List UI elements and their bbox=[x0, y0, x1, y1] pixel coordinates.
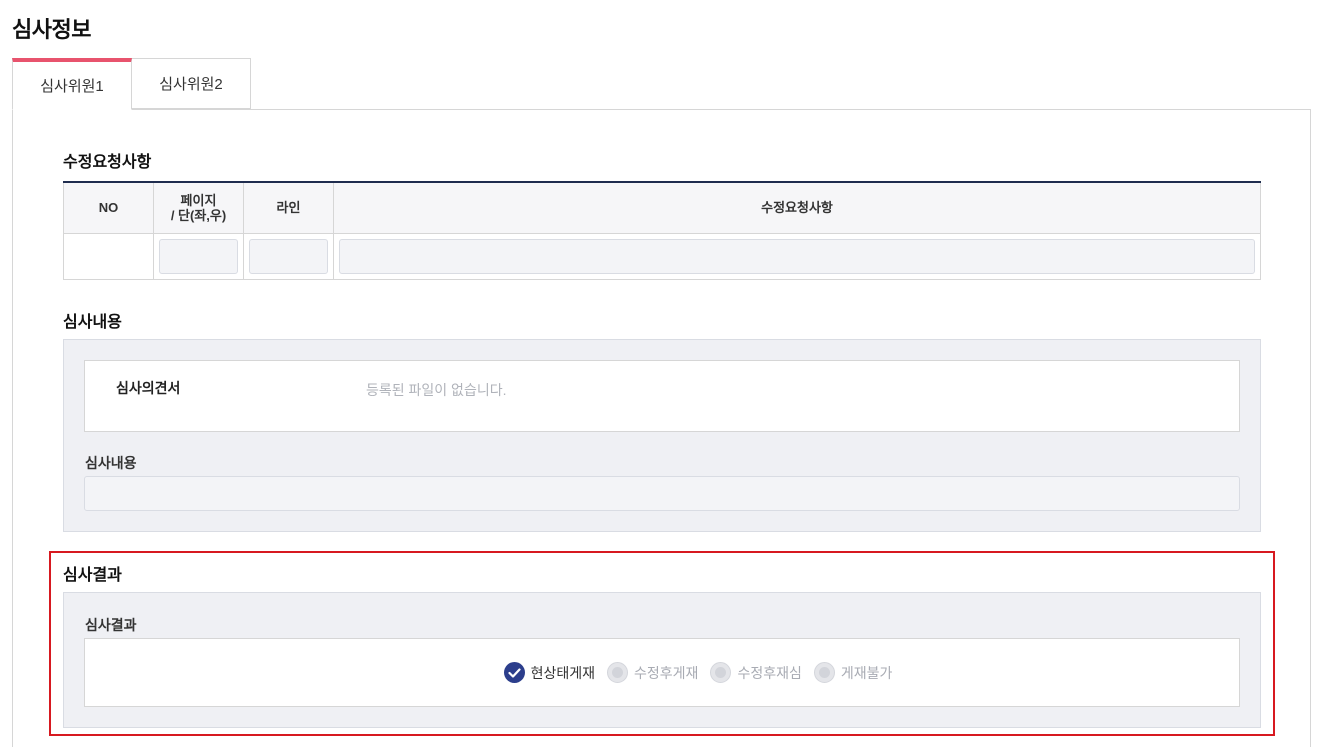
column-header-no: NO bbox=[63, 181, 154, 234]
review-result-section-title: 심사결과 bbox=[63, 567, 122, 584]
result-label: 심사결과 bbox=[85, 617, 137, 633]
review-result-box: 심사결과 현상태게재 수정후게재 수정후재심 게재불가 bbox=[63, 592, 1261, 728]
page-input[interactable] bbox=[159, 238, 238, 274]
tab-panel: 수정요청사항 NO 페이지 / 단(좌,우) 라인 수정요청사항 심사내용 심사… bbox=[12, 109, 1311, 747]
tab-reviewer-2[interactable]: 심사위원2 bbox=[131, 58, 251, 109]
radio-label-minor-revision: 수정후게재 bbox=[634, 664, 699, 681]
cell-request bbox=[333, 232, 1261, 280]
revision-section-title: 수정요청사항 bbox=[63, 154, 152, 171]
cell-no bbox=[63, 232, 154, 280]
tab-bar: 심사위원1 심사위원2 bbox=[12, 58, 251, 110]
cell-line bbox=[243, 232, 334, 280]
table-row bbox=[63, 232, 1261, 280]
radio-option-minor-revision[interactable]: 수정후게재 bbox=[607, 662, 698, 683]
review-content-section-title: 심사내용 bbox=[63, 314, 122, 331]
check-circle-icon[interactable] bbox=[503, 662, 525, 683]
radio-circle-icon[interactable] bbox=[710, 662, 732, 683]
revision-table: NO 페이지 / 단(좌,우) 라인 수정요청사항 bbox=[63, 181, 1261, 280]
table-header-row: NO 페이지 / 단(좌,우) 라인 수정요청사항 bbox=[63, 181, 1261, 234]
cell-page bbox=[153, 232, 244, 280]
review-content-box: 심사의견서 등록된 파일이 없습니다. 심사내용 bbox=[63, 339, 1261, 532]
radio-label-major-revision: 수정후재심 bbox=[737, 664, 802, 681]
radio-label-accept: 현상태게재 bbox=[530, 664, 596, 681]
tab-reviewer-1[interactable]: 심사위원1 bbox=[12, 58, 132, 110]
request-input[interactable] bbox=[339, 238, 1255, 274]
line-input[interactable] bbox=[249, 238, 328, 274]
radio-option-accept[interactable]: 현상태게재 bbox=[503, 662, 596, 683]
radio-circle-icon[interactable] bbox=[813, 662, 835, 683]
radio-circle-icon[interactable] bbox=[607, 662, 629, 683]
radio-option-reject[interactable]: 게재불가 bbox=[813, 662, 893, 683]
page-title: 심사정보 bbox=[12, 17, 91, 42]
column-header-request: 수정요청사항 bbox=[333, 181, 1261, 234]
radio-option-major-revision[interactable]: 수정후재심 bbox=[710, 662, 802, 683]
content-label: 심사내용 bbox=[85, 455, 137, 471]
result-radio-box: 현상태게재 수정후게재 수정후재심 게재불가 bbox=[84, 638, 1240, 707]
no-file-text: 등록된 파일이 없습니다. bbox=[366, 382, 507, 398]
radio-label-reject: 게재불가 bbox=[840, 664, 893, 681]
result-radio-group: 현상태게재 수정후게재 수정후재심 게재불가 bbox=[85, 639, 1239, 706]
opinion-file-box: 심사의견서 등록된 파일이 없습니다. bbox=[84, 360, 1240, 432]
opinion-label: 심사의견서 bbox=[116, 380, 181, 396]
content-field[interactable] bbox=[84, 476, 1240, 511]
column-header-line: 라인 bbox=[243, 181, 334, 234]
column-header-page: 페이지 / 단(좌,우) bbox=[153, 181, 244, 234]
